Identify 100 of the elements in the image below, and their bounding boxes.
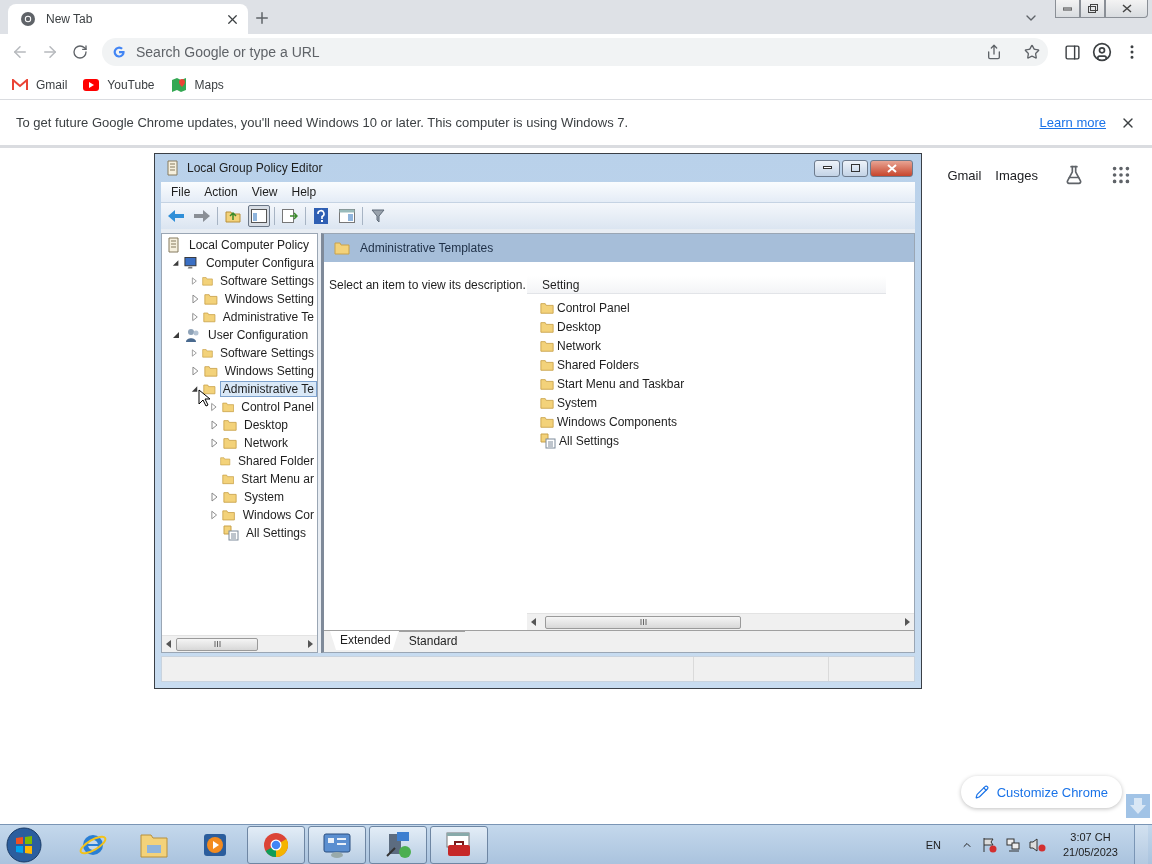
expanded-arrow-icon[interactable] [171,330,181,340]
browser-tab[interactable]: New Tab [8,4,248,34]
setting-item[interactable]: All Settings [559,433,620,448]
collapsed-arrow-icon[interactable] [190,348,198,358]
setting-item[interactable]: Control Panel [557,300,630,315]
bookmark-star-icon[interactable] [1024,44,1040,60]
tree-item[interactable]: Windows Setting [221,363,317,379]
reload-icon[interactable] [72,44,88,60]
collapsed-arrow-icon[interactable] [190,312,200,322]
new-tab-icon[interactable] [253,9,271,27]
customize-chrome-button[interactable]: Customize Chrome [960,776,1122,808]
apps-grid-icon[interactable] [1110,164,1132,186]
show-desktop-button[interactable] [1134,824,1148,864]
tree-item[interactable]: Network [241,435,291,451]
description-text: Select an item to view its description. [329,278,526,292]
learn-more-link[interactable]: Learn more [1039,115,1106,130]
tree-item[interactable]: Software Settings [216,273,317,289]
tree-item[interactable]: Control Panel [238,399,317,415]
setting-item[interactable]: Desktop [557,319,602,334]
tree-item[interactable]: Shared Folder [234,453,317,469]
collapsed-arrow-icon[interactable] [209,420,219,430]
tree-item[interactable]: All Settings [243,525,310,541]
help-icon[interactable] [314,208,328,224]
map-pin-icon [170,76,187,93]
taskbar-button[interactable] [369,825,427,864]
tree-item[interactable]: User Configuration [205,327,312,343]
collapsed-arrow-icon[interactable] [209,510,219,520]
header-link[interactable]: Images [995,167,1038,183]
setting-item[interactable]: Windows Components [557,414,678,429]
tree-item[interactable]: Administrative Te [219,381,317,397]
flask-icon[interactable] [1064,165,1084,185]
setting-item[interactable]: Shared Folders [557,357,640,372]
folder-icon [201,346,213,360]
tree-item[interactable]: Software Settings [216,345,317,361]
filter-icon[interactable] [371,209,385,223]
scroll-left-icon[interactable] [531,618,537,626]
bookmark-link[interactable]: Gmail [36,77,68,92]
collapsed-arrow-icon[interactable] [209,438,219,448]
menu-item[interactable]: Action [198,185,244,199]
control-panel-icon[interactable] [322,830,352,859]
restore-button[interactable] [1080,0,1105,18]
setting-item[interactable]: System [557,395,597,410]
collapsed-arrow-icon[interactable] [190,276,198,286]
menu-item[interactable]: View [245,185,284,199]
close-button[interactable] [870,159,913,177]
bookmark-link[interactable]: YouTube [107,77,155,92]
collapsed-arrow-icon[interactable] [209,492,219,502]
clock[interactable]: 3:07 CH 21/05/2023 [1062,829,1118,860]
setting-item[interactable]: Network [557,338,601,353]
taskbar-button[interactable] [430,825,488,864]
expanded-arrow-icon[interactable] [190,384,200,394]
view-tab[interactable]: Extended [330,631,399,650]
side-panel-icon[interactable] [1063,43,1081,61]
setting-item[interactable]: Start Menu and Taskbar [557,376,685,391]
forward-arrow-icon[interactable] [193,209,211,223]
console-tree-icon[interactable] [251,209,267,223]
horizontal-scrollbar[interactable] [162,635,317,652]
volume-muted-icon[interactable] [1028,836,1047,853]
address-input[interactable]: Search Google or type a URL [134,43,978,61]
minimize-button[interactable] [814,159,840,177]
flag-icon[interactable] [980,836,997,853]
address-bar[interactable]: Search Google or type a URL [102,38,1048,66]
export-list-icon[interactable] [282,209,298,223]
tree-item[interactable]: Start Menu ar [238,471,317,487]
tree-item[interactable]: Computer Configura [202,255,317,271]
back-arrow-icon[interactable] [167,209,185,223]
profile-icon[interactable] [1092,42,1112,62]
scroll-left-icon[interactable] [166,640,172,648]
tree-item[interactable]: Windows Cor [239,507,317,523]
bookmark-link[interactable]: Maps [194,77,224,92]
taskbar-button[interactable] [308,825,366,864]
folder-up-icon[interactable] [225,209,241,223]
update-message: To get future Google Chrome updates, you'll need Windows 10 or later. This computer is using Windows 7. [16,115,630,130]
share-icon[interactable] [986,44,1002,60]
tree-item[interactable]: Desktop [241,417,292,433]
taskbar-button[interactable] [247,825,305,864]
collapsed-arrow-icon[interactable] [209,402,218,412]
close-button[interactable] [1105,0,1148,18]
minimize-icon [822,166,832,170]
scroll-right-icon[interactable] [904,618,910,626]
view-pane-icon[interactable] [339,209,355,223]
expanded-arrow-icon[interactable] [171,258,181,268]
chrome-icon[interactable] [262,830,290,859]
tree-item[interactable]: Local Computer Policy [186,237,313,253]
tree-item[interactable]: Windows Setting [221,291,317,307]
maximize-button[interactable] [842,159,868,177]
tree-item[interactable]: System [241,489,287,505]
collapsed-arrow-icon[interactable] [190,366,200,376]
scroll-right-icon[interactable] [307,640,313,648]
header-link[interactable]: Gmail [947,167,982,183]
menu-item[interactable]: Help [285,185,323,199]
language-indicator[interactable]: EN [925,838,941,851]
tree-item[interactable]: Administrative Te [219,309,317,325]
pencil-icon [974,785,989,799]
chrome-icon [20,11,36,27]
start-button[interactable] [4,825,44,864]
horizontal-scrollbar[interactable] [527,613,914,630]
network-icon[interactable] [1004,836,1021,853]
menu-item[interactable]: File [165,185,197,199]
collapsed-arrow-icon[interactable] [190,294,200,304]
